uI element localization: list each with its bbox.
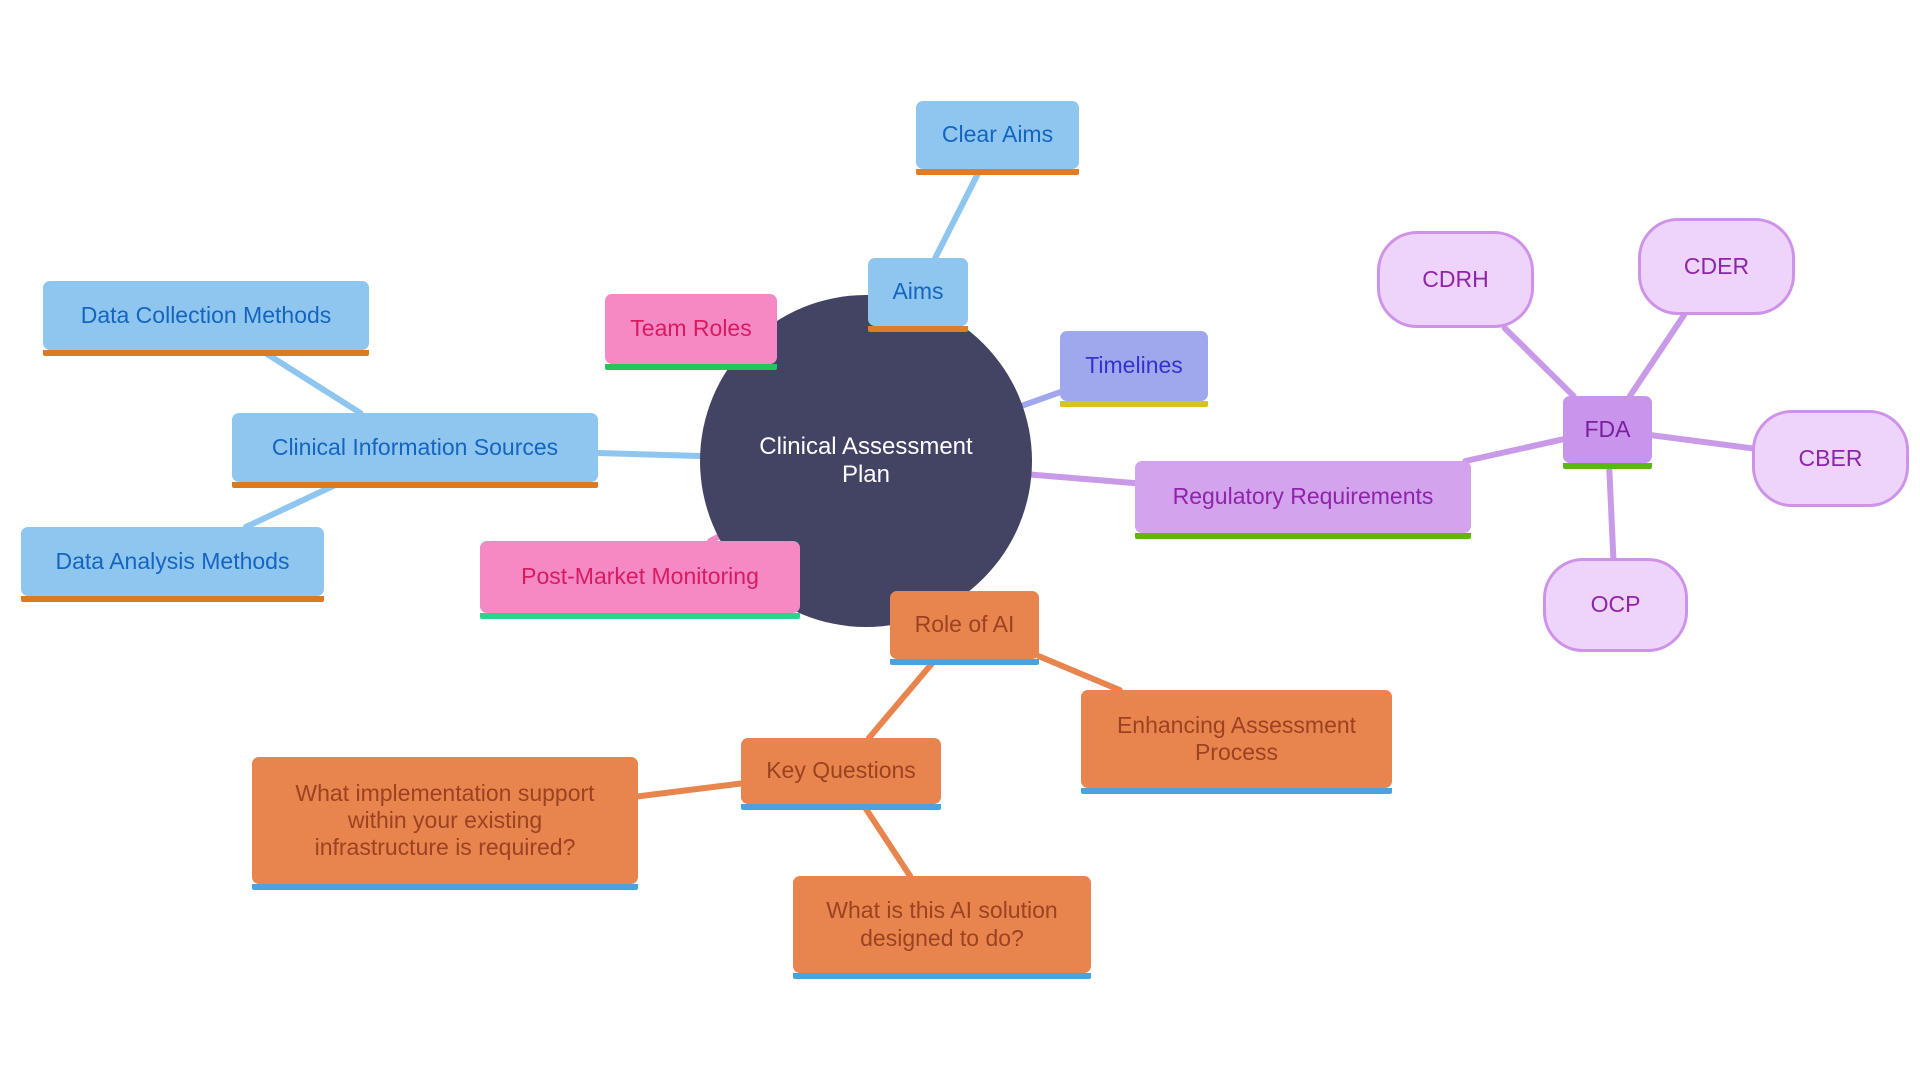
edge-root-to-regulatory-requirements [1028,471,1138,487]
node-label-cdrh: CDRH [1422,265,1489,292]
node-accent-bar-clinical-information-sources [232,482,598,488]
node-accent-bar-ai-solution-purpose-question [793,973,1091,979]
node-label-implementation-support-question: What implementation support within your … [295,779,595,861]
node-post-market-monitoring[interactable]: Post-Market Monitoring [480,541,800,619]
node-accent-bar-enhancing-assessment-process [1081,788,1392,794]
node-key-questions[interactable]: Key Questions [741,738,941,810]
mindmap-canvas: Clinical Assessment Plan Clear Aims Aims Te… [0,0,1920,1080]
node-label-regulatory-requirements: Regulatory Requirements [1172,483,1434,510]
node-label-role-of-ai: Role of AI [914,611,1015,638]
node-timelines[interactable]: Timelines [1060,331,1208,407]
node-cder[interactable]: CDER [1638,218,1795,315]
node-accent-bar-data-collection-methods [43,350,369,356]
node-label-post-market-monitoring: Post-Market Monitoring [521,563,759,590]
edge-fda-to-ocp [1606,460,1617,561]
node-label-cber: CBER [1798,444,1863,471]
node-label-timelines: Timelines [1085,352,1183,379]
edge-key-questions-to-implementation-support-question [635,780,744,800]
node-enhancing-assessment-process[interactable]: Enhancing Assessment Process [1081,690,1392,794]
node-label-fda: FDA [1584,415,1631,442]
node-accent-bar-key-questions [741,804,941,810]
edge-fda-to-cber [1649,432,1755,452]
edge-root-to-clinical-information-sources [595,449,704,460]
node-implementation-support-question[interactable]: What implementation support within your … [252,757,638,890]
edge-fda-to-cdrh [1501,325,1577,399]
edge-key-questions-to-ai-solution-purpose-question [859,801,914,879]
node-label-aims: Aims [892,278,944,305]
node-ai-solution-purpose-question[interactable]: What is this AI solution designed to do? [793,876,1091,979]
edge-regulatory-requirements-to-fda [1462,436,1566,464]
node-label-key-questions: Key Questions [766,757,916,784]
node-label-ocp: OCP [1590,591,1641,618]
node-aims[interactable]: Aims [868,258,968,332]
node-label-enhancing-assessment-process: Enhancing Assessment Process [1116,711,1357,765]
node-label-clear-aims: Clear Aims [941,121,1054,148]
node-data-analysis-methods[interactable]: Data Analysis Methods [21,527,324,602]
node-label-root: Clinical Assessment Plan [759,432,973,488]
node-team-roles[interactable]: Team Roles [605,294,777,370]
node-accent-bar-post-market-monitoring [480,613,800,619]
edge-clinical-information-sources-to-data-analysis-methods [242,479,345,530]
node-accent-bar-fda [1563,463,1652,469]
node-fda[interactable]: FDA [1563,396,1652,469]
node-label-clinical-information-sources: Clinical Information Sources [271,433,559,460]
node-accent-bar-role-of-ai [890,659,1039,665]
node-label-ai-solution-purpose-question: What is this AI solution designed to do? [826,897,1058,951]
node-data-collection-methods[interactable]: Data Collection Methods [43,281,369,356]
node-accent-bar-regulatory-requirements [1135,533,1471,539]
node-cdrh[interactable]: CDRH [1377,231,1534,328]
node-label-cder: CDER [1683,252,1750,279]
node-accent-bar-aims [868,326,968,332]
edge-aims-to-clear-aims [932,166,984,261]
node-regulatory-requirements[interactable]: Regulatory Requirements [1135,461,1471,539]
node-accent-bar-clear-aims [916,169,1079,175]
node-clear-aims[interactable]: Clear Aims [916,101,1079,175]
node-accent-bar-timelines [1060,401,1208,407]
edge-clinical-information-sources-to-data-collection-methods [257,347,364,416]
node-role-of-ai[interactable]: Role of AI [890,591,1039,665]
node-label-team-roles: Team Roles [630,315,752,342]
node-ocp[interactable]: OCP [1543,558,1688,652]
node-clinical-information-sources[interactable]: Clinical Information Sources [232,413,598,488]
node-cber[interactable]: CBER [1752,410,1909,507]
edge-role-of-ai-to-enhancing-assessment-process [1036,653,1123,693]
edge-fda-to-cder [1626,312,1688,399]
node-accent-bar-team-roles [605,364,777,370]
node-accent-bar-data-analysis-methods [21,596,324,602]
edge-root-to-timelines [1019,389,1063,409]
node-label-data-collection-methods: Data Collection Methods [80,301,332,328]
edge-role-of-ai-to-key-questions [865,656,939,741]
node-accent-bar-implementation-support-question [252,884,638,890]
node-label-data-analysis-methods: Data Analysis Methods [55,547,290,574]
